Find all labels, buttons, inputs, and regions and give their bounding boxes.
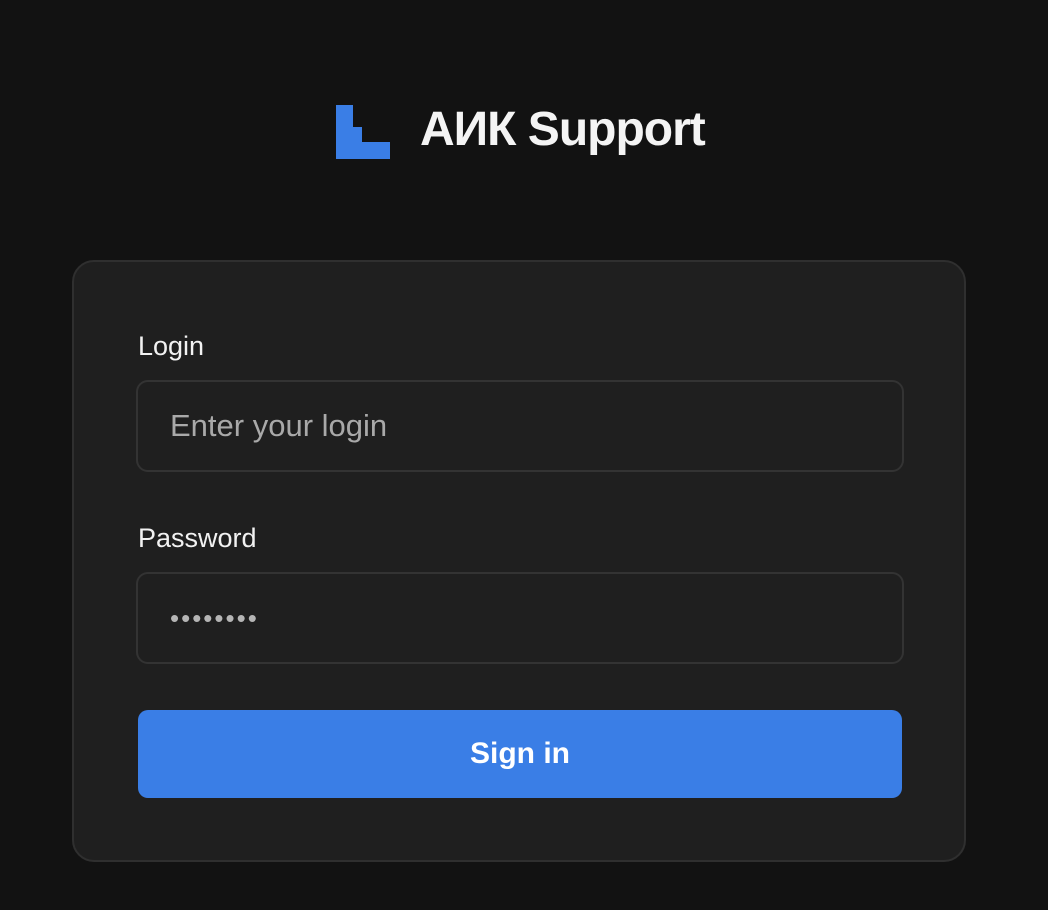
page-header: АИК Support (0, 0, 1048, 200)
sign-in-button[interactable]: Sign in (138, 710, 902, 798)
brand-logo-icon (336, 105, 390, 159)
password-input[interactable] (136, 572, 904, 664)
password-label: Password (138, 523, 257, 553)
brand-title: АИК Support (420, 103, 706, 156)
login-label: Login (138, 331, 205, 361)
login-input[interactable] (136, 380, 904, 472)
